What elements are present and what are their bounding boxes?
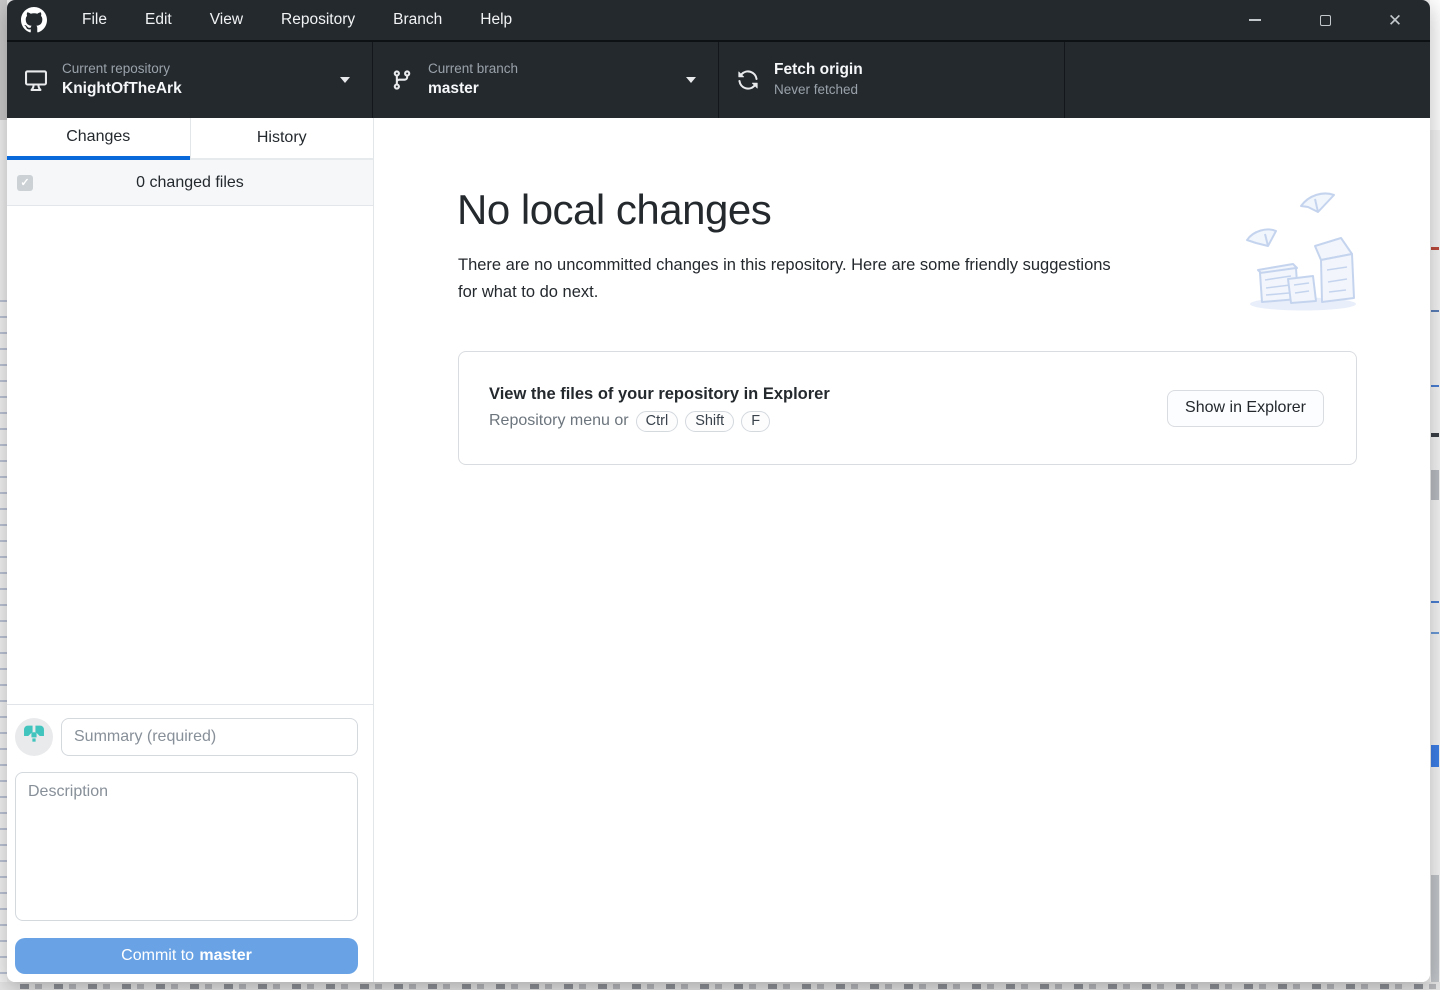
close-button[interactable]: ✕	[1360, 0, 1430, 40]
fetch-origin-status: Never fetched	[774, 82, 859, 98]
sidebar: Changes History ✓ 0 changed files Summar…	[7, 118, 374, 982]
avatar	[15, 718, 53, 756]
menu-help[interactable]: Help	[461, 0, 531, 40]
tab-history[interactable]: History	[189, 118, 373, 160]
toolbar: Current repository KnightOfTheArk Curren…	[7, 40, 1430, 118]
fetch-origin-label: Fetch origin	[774, 61, 863, 79]
github-logo-icon	[21, 7, 47, 33]
maximize-button[interactable]	[1290, 0, 1360, 40]
page-subtitle: There are no uncommitted changes in this…	[458, 256, 1111, 301]
minimize-button[interactable]	[1220, 0, 1290, 40]
monitor-icon	[25, 70, 47, 91]
current-repository-value: KnightOfTheArk	[62, 79, 182, 97]
background-window-right-strip	[1430, 0, 1440, 990]
hint-text: Repository menu or	[489, 412, 629, 429]
minimize-icon	[1249, 19, 1261, 21]
background-window-left-strip	[0, 0, 7, 990]
background-text-fragments	[20, 984, 1440, 989]
page-title: No local changes	[457, 186, 772, 233]
window-controls: ✕	[1220, 0, 1430, 40]
menu-edit[interactable]: Edit	[126, 0, 191, 40]
suggestion-card-hint: Repository menu or Ctrl Shift F	[489, 410, 830, 432]
close-icon: ✕	[1387, 10, 1403, 30]
changed-files-count: 0 changed files	[136, 173, 244, 191]
kbd-ctrl: Ctrl	[635, 410, 679, 432]
menu-file[interactable]: File	[63, 0, 126, 40]
background-window-bottom-strip	[0, 982, 1440, 990]
commit-button-prefix: Commit to	[121, 947, 195, 964]
kbd-f: F	[741, 410, 771, 432]
changed-files-row: ✓ 0 changed files	[7, 160, 373, 206]
current-repository-label: Current repository	[62, 61, 171, 77]
current-branch-label: Current branch	[428, 61, 519, 77]
commit-summary-row	[15, 718, 358, 756]
sync-icon	[738, 70, 758, 90]
current-branch-value: master	[428, 79, 479, 97]
title-bar: File Edit View Repository Branch Help ✕	[7, 0, 1430, 40]
main-panel: No local changes There are no uncommitte…	[374, 118, 1430, 982]
toolbar-empty-space	[1065, 42, 1430, 118]
current-branch-button[interactable]: Current branch master	[373, 42, 719, 118]
maximize-icon	[1319, 14, 1331, 26]
menu-bar: File Edit View Repository Branch Help	[63, 0, 531, 40]
commit-form: Commit tomaster	[7, 704, 373, 982]
description-input[interactable]	[15, 772, 358, 921]
current-repository-button[interactable]: Current repository KnightOfTheArk	[7, 42, 373, 118]
content-area: Changes History ✓ 0 changed files Summar…	[7, 118, 1430, 982]
kbd-shift: Shift	[685, 410, 735, 432]
menu-repository[interactable]: Repository	[262, 0, 374, 40]
menu-view[interactable]: View	[191, 0, 262, 40]
github-desktop-window: File Edit View Repository Branch Help ✕ …	[7, 0, 1430, 982]
suggestion-card-text: View the files of your repository in Exp…	[489, 385, 830, 432]
summary-input[interactable]	[61, 718, 358, 756]
suggestion-card-explorer: View the files of your repository in Exp…	[458, 351, 1357, 465]
suggestion-card-title: View the files of your repository in Exp…	[489, 384, 830, 403]
paper-stacks-illustration	[1246, 192, 1356, 311]
commit-button[interactable]: Commit to master	[15, 938, 358, 974]
show-in-explorer-button[interactable]: Show in Explorer	[1167, 389, 1324, 427]
background-text-fragments	[0, 300, 7, 990]
chevron-down-icon	[340, 77, 350, 83]
fetch-origin-button[interactable]: Fetch origin Never fetched	[719, 42, 1065, 118]
commit-button-branch: master	[199, 947, 252, 964]
git-branch-icon	[393, 70, 411, 90]
tab-changes[interactable]: Changes	[7, 118, 190, 160]
changes-list-empty	[7, 206, 373, 704]
chevron-down-icon	[686, 77, 696, 83]
menu-branch[interactable]: Branch	[374, 0, 461, 40]
sidebar-tabs: Changes History	[7, 118, 373, 160]
